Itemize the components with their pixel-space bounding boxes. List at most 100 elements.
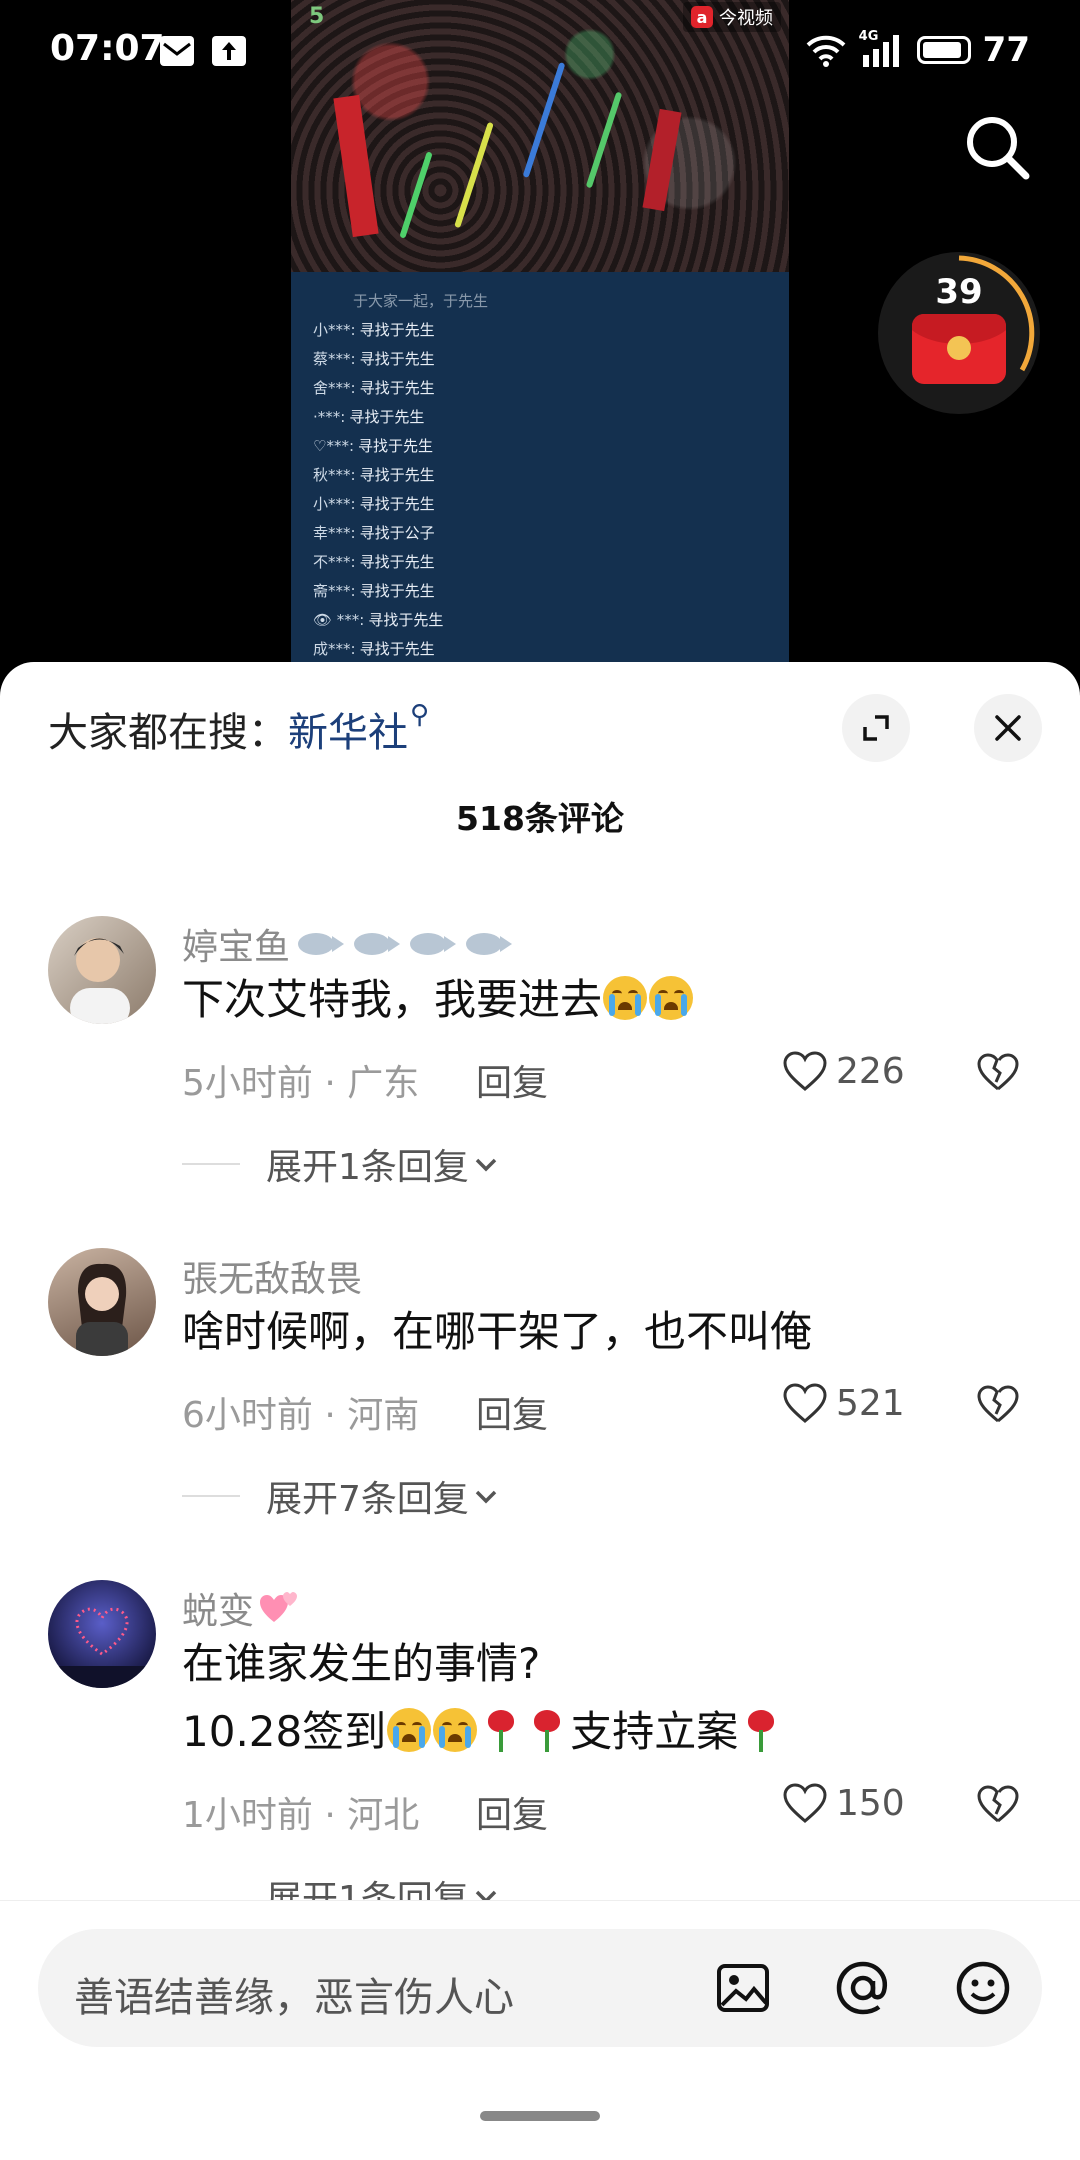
chat-message: 蔡***: 寻找于先生 bbox=[313, 344, 773, 373]
chat-message: 小***: 寻找于先生 bbox=[313, 489, 773, 518]
heart-icon bbox=[783, 1783, 827, 1823]
battery-icon bbox=[916, 36, 971, 64]
comment-time-location: 1小时前 · 河北 bbox=[182, 1795, 420, 1836]
hearts-emoji-icon bbox=[260, 1592, 298, 1622]
search-button[interactable] bbox=[962, 112, 1034, 184]
chat-message: 于大家一起，于先生 bbox=[313, 286, 773, 315]
reply-button[interactable]: 回复 bbox=[476, 1054, 548, 1106]
avatar[interactable] bbox=[48, 1580, 156, 1688]
at-icon[interactable] bbox=[834, 1959, 892, 2017]
emoji-icon[interactable] bbox=[954, 1959, 1012, 2017]
fish-emoji-icon bbox=[466, 933, 513, 955]
comment-body: 下次艾特我，我要进去 bbox=[182, 975, 603, 1024]
glow-stick bbox=[454, 121, 494, 229]
chat-text: 寻找于先生 bbox=[359, 466, 435, 484]
reply-button[interactable]: 回复 bbox=[476, 1386, 548, 1438]
fish-emoji-icon bbox=[354, 933, 401, 955]
chat-message: 不***: 寻找于先生 bbox=[313, 547, 773, 576]
chat-message: 成***: 寻找于先生 bbox=[313, 634, 773, 663]
search-small-icon: ⚲ bbox=[410, 700, 430, 730]
red-packet-widget[interactable]: 39 bbox=[878, 252, 1040, 414]
chat-text: 寻找于先生 bbox=[359, 350, 435, 368]
mail-icon bbox=[160, 36, 194, 66]
avatar[interactable] bbox=[48, 1248, 156, 1356]
fish-emoji-icon bbox=[298, 933, 345, 955]
like-button[interactable]: 226 bbox=[782, 1050, 905, 1092]
close-button[interactable] bbox=[974, 694, 1042, 762]
video-area[interactable]: 5 a 今视频 于大家一起，于先生 小***: 寻找于先生 蔡***: 寻找于先生 舍**… bbox=[0, 0, 1080, 680]
chevron-down-icon bbox=[475, 1490, 497, 1504]
comment-author[interactable]: 蜕变 bbox=[182, 1582, 302, 1634]
chat-message: 舍***: 寻找于先生 bbox=[313, 373, 773, 402]
chevron-down-icon bbox=[475, 1158, 497, 1172]
comment-body-line1: 在谁家发生的事情? bbox=[182, 1639, 541, 1688]
close-icon bbox=[995, 715, 1021, 741]
chat-text: 寻找于公子 bbox=[359, 524, 435, 542]
glow-stick bbox=[399, 151, 433, 239]
home-indicator[interactable] bbox=[480, 2111, 600, 2121]
comment-input[interactable]: 善语结善缘，恶言伤人心 bbox=[38, 1929, 1042, 2047]
expand-replies[interactable]: 展开1条回复 bbox=[182, 1138, 503, 1190]
trending-keyword[interactable]: 新华社 bbox=[288, 710, 408, 756]
chat-message: ·***: 寻找于先生 bbox=[313, 402, 773, 431]
like-button[interactable]: 150 bbox=[782, 1782, 905, 1824]
comment-item: 婷宝鱼 下次艾特我，我要进去 5小时前 · 广东 回复 226 展开1条回复 bbox=[0, 916, 1080, 1248]
flag-decoration bbox=[642, 108, 682, 212]
broken-heart-icon[interactable] bbox=[976, 1384, 1020, 1424]
rose-icon bbox=[484, 1708, 518, 1752]
comment-body-line2: 10.28签到 支持立案 bbox=[182, 1698, 784, 1766]
chat-message: 👁 ***: 寻找于先生 bbox=[313, 605, 773, 634]
red-packet-icon bbox=[912, 314, 1006, 384]
avatar[interactable] bbox=[48, 916, 156, 1024]
upload-icon bbox=[212, 36, 246, 66]
rose-icon bbox=[744, 1708, 778, 1752]
chat-text: 寻找于先生 bbox=[359, 495, 435, 513]
live-chat: 于大家一起，于先生 小***: 寻找于先生 蔡***: 寻找于先生 舍***: 寻找于先生 ·… bbox=[313, 286, 773, 663]
comment-time-location: 6小时前 · 河南 bbox=[182, 1395, 420, 1436]
expand-replies[interactable]: 展开7条回复 bbox=[182, 1470, 503, 1522]
comment-author[interactable]: 婷宝鱼 bbox=[182, 918, 513, 970]
chat-message: 秋***: 寻找于先生 bbox=[313, 460, 773, 489]
status-bar: 07:07 4G 77 bbox=[0, 0, 1080, 110]
search-icon bbox=[967, 117, 1030, 180]
author-name: 婷宝鱼 bbox=[182, 927, 291, 968]
expand-replies-label: 展开1条回复 bbox=[266, 1147, 469, 1188]
chat-message: 斋***: 寻找于先生 bbox=[313, 576, 773, 605]
chat-user: ·***: bbox=[313, 407, 346, 426]
comment-item: 張无敌敌畏 啥时候啊，在哪干架了，也不叫俺 6小时前 · 河南 回复 521 展… bbox=[0, 1248, 1080, 1580]
chat-user: 舍***: bbox=[313, 379, 356, 397]
broken-heart-icon[interactable] bbox=[976, 1784, 1020, 1824]
crying-emoji-icon bbox=[387, 1708, 432, 1752]
wifi-icon bbox=[806, 35, 846, 67]
trending-label: 大家都在搜： bbox=[48, 710, 288, 756]
status-right: 4G 77 bbox=[805, 28, 1030, 72]
comment-body-line2-a: 10.28签到 bbox=[182, 1707, 387, 1756]
like-count: 150 bbox=[836, 1782, 905, 1824]
comment-text: 啥时候啊，在哪干架了，也不叫俺 bbox=[182, 1307, 813, 1356]
chat-user: 👁 ***: bbox=[313, 610, 365, 629]
expand-icon bbox=[863, 715, 889, 741]
chat-message: 小***: 寻找于先生 bbox=[313, 315, 773, 344]
chat-user: 秋***: bbox=[313, 466, 356, 484]
image-icon[interactable] bbox=[714, 1959, 772, 2017]
comment-time-location: 5小时前 · 广东 bbox=[182, 1063, 420, 1104]
flag-decoration bbox=[333, 94, 379, 238]
heart-icon bbox=[783, 1383, 827, 1423]
broken-heart-icon[interactable] bbox=[976, 1052, 1020, 1092]
comment-author[interactable]: 張无敌敌畏 bbox=[182, 1250, 362, 1302]
heart-icon bbox=[783, 1051, 827, 1091]
chat-text: 寻找于先生 bbox=[359, 582, 435, 600]
chat-user: 不***: bbox=[313, 553, 356, 571]
trending-search[interactable]: 大家都在搜：新华社⚲ bbox=[48, 700, 429, 758]
chat-user: 小***: bbox=[313, 495, 356, 513]
chat-user: 小***: bbox=[313, 321, 356, 339]
expand-button[interactable] bbox=[842, 694, 910, 762]
like-button[interactable]: 521 bbox=[782, 1382, 905, 1424]
chat-text: 寻找于先生 bbox=[368, 611, 444, 629]
chat-text: 寻找于先生 bbox=[359, 321, 435, 339]
rose-icon bbox=[530, 1708, 564, 1752]
red-packet-count: 39 bbox=[935, 272, 983, 312]
reply-button[interactable]: 回复 bbox=[476, 1786, 548, 1838]
signal-icon: 4G bbox=[859, 29, 905, 67]
chat-text: 寻找于先生 bbox=[359, 379, 435, 397]
